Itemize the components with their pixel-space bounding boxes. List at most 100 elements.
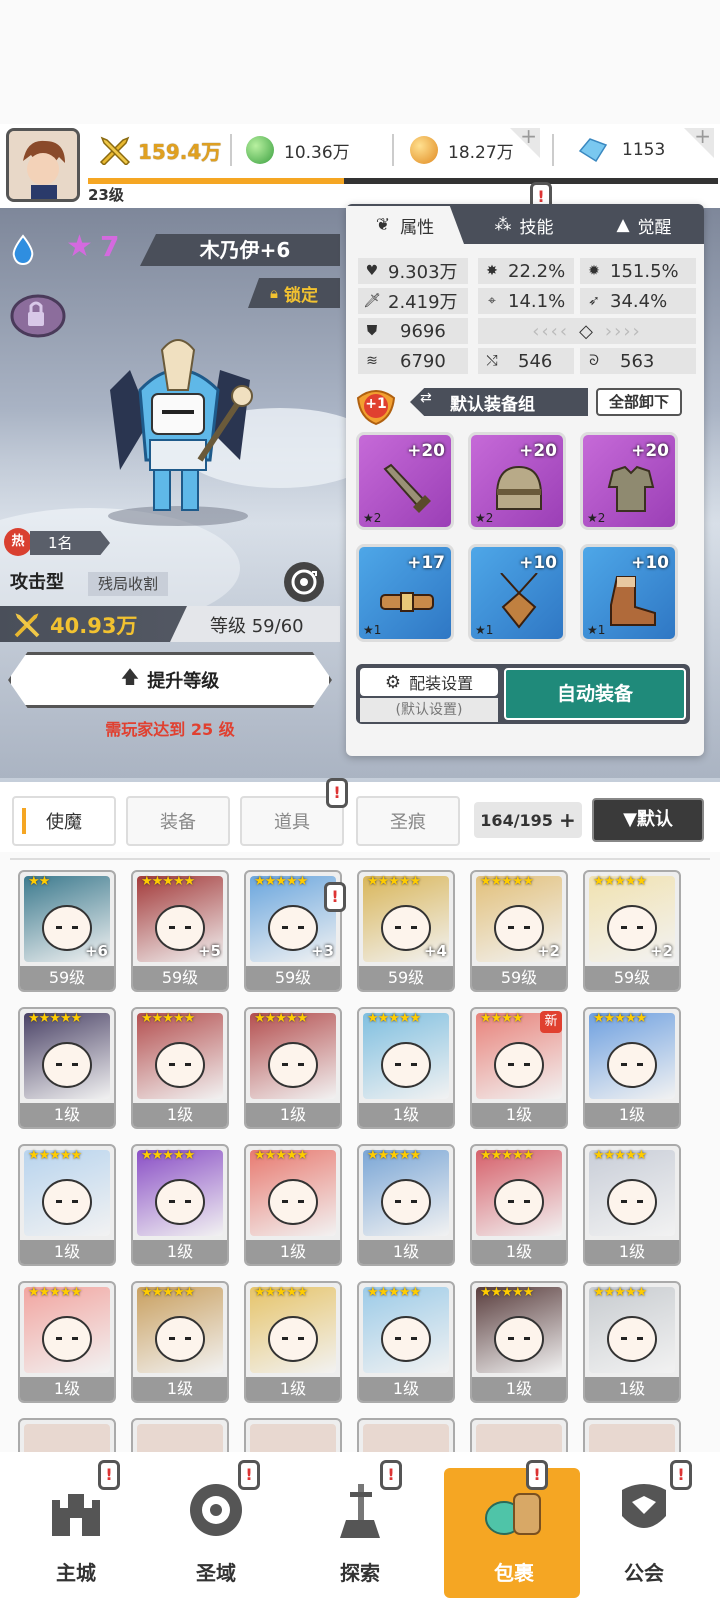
- alert-icon: !: [98, 1460, 120, 1490]
- star-rating: ★★★★★: [480, 1148, 534, 1163]
- nav-sanctuary[interactable]: 圣域: [146, 1456, 286, 1596]
- familiar-card[interactable]: [244, 1418, 342, 1452]
- crossed-swords-icon: [12, 610, 42, 638]
- equip-slot-helmet[interactable]: +20 ★2: [468, 432, 566, 530]
- gem-icon: [576, 137, 608, 163]
- avatar-portrait-icon: [9, 131, 77, 199]
- equip-slot-armor[interactable]: +20 ★2: [580, 432, 678, 530]
- plus-icon: +: [558, 808, 576, 832]
- portal-icon: [190, 1484, 242, 1536]
- familiar-card[interactable]: ★★★★★ 1级: [357, 1144, 455, 1266]
- star-rating: ★★★★★: [367, 1148, 421, 1163]
- familiar-level: 59级: [20, 966, 114, 990]
- chevrons-icon: ‹‹‹‹: [532, 320, 570, 342]
- familiar-level: 1级: [246, 1377, 340, 1401]
- familiar-card[interactable]: ★★★★★ 1级: [244, 1144, 342, 1266]
- nav-guild[interactable]: 公会: [574, 1456, 714, 1596]
- hot-rank-badge: 热 1名: [4, 528, 110, 558]
- familiar-card[interactable]: [583, 1418, 681, 1452]
- familiar-card[interactable]: ★★★★★ 1级: [583, 1007, 681, 1129]
- familiar-card[interactable]: ★★★★★ +2 59级: [583, 870, 681, 992]
- loadout-settings-button[interactable]: ⚙ 配装设置: [360, 668, 498, 696]
- inventory-capacity[interactable]: 164/195 +: [474, 802, 582, 838]
- auto-equip-button[interactable]: 自动装备: [504, 668, 686, 720]
- gear-icon: ⚙: [384, 671, 402, 693]
- hero-sprite[interactable]: [90, 330, 270, 530]
- familiar-card[interactable]: ★★★★★ 1级: [131, 1281, 229, 1403]
- tab-attributes[interactable]: ❦ 属性: [346, 206, 464, 244]
- tab-skills[interactable]: ⁂ 技能: [464, 206, 584, 244]
- sort-dropdown[interactable]: ▼默认: [592, 798, 704, 842]
- star-rating: ★★★★★: [480, 1285, 534, 1300]
- dagger-icon: 🗡︎: [363, 293, 381, 309]
- locked-stat-row: ‹‹‹‹ ◇ ››››: [478, 318, 696, 344]
- familiar-card[interactable]: ★★★★★ 1级: [18, 1144, 116, 1266]
- new-badge: 新: [540, 1011, 562, 1033]
- familiar-card[interactable]: ★★★★★ +5 59级: [131, 870, 229, 992]
- familiar-card[interactable]: ★★★★★ 1级: [357, 1281, 455, 1403]
- familiar-level: 1级: [133, 1240, 227, 1264]
- speed-icon: ≋: [366, 353, 378, 369]
- warning-icon: ◇: [579, 320, 595, 342]
- familiar-card[interactable]: ★★★★★ 1级: [357, 1007, 455, 1129]
- familiar-card[interactable]: ★★★★★ +2 59级: [470, 870, 568, 992]
- familiar-card[interactable]: ★★★★★ 1级: [583, 1144, 681, 1266]
- nav-bag[interactable]: 包裹: [444, 1456, 584, 1596]
- familiar-level: 59级: [246, 966, 340, 990]
- familiar-level: 1级: [585, 1103, 679, 1127]
- familiar-level: 1级: [359, 1377, 453, 1401]
- enhance-level: +5: [197, 942, 221, 960]
- equip-slot-weapon[interactable]: +20 ★2: [356, 432, 454, 530]
- tab-equipment[interactable]: 装备: [126, 796, 230, 846]
- stat-dodge: ➶ 34.4%: [580, 288, 696, 314]
- rotate-view-icon[interactable]: [284, 562, 324, 602]
- nav-main-city[interactable]: 主城: [6, 1456, 146, 1596]
- tab-awaken[interactable]: ▲ 觉醒: [584, 206, 704, 244]
- star-rating: ★★★★★: [254, 1148, 308, 1163]
- familiar-card[interactable]: [470, 1418, 568, 1452]
- enhance-level: +6: [84, 942, 108, 960]
- familiar-card[interactable]: ★★★★★ 1级: [244, 1281, 342, 1403]
- familiar-card[interactable]: ★★★★★ 1级: [131, 1007, 229, 1129]
- upgrade-requirement: 需玩家达到 25 级: [105, 720, 235, 739]
- stat-crit-dmg: ✹ 151.5%: [580, 258, 696, 284]
- tab-stigmata[interactable]: 圣痕: [356, 796, 460, 846]
- star-rank-icon: ★: [66, 229, 93, 264]
- equip-group-name[interactable]: 默认装备组: [450, 390, 535, 415]
- crossed-swords-icon: [98, 135, 132, 167]
- familiar-card[interactable]: ★★★★★ 1级: [583, 1281, 681, 1403]
- stat-speed: ≋ 6790: [358, 348, 468, 374]
- familiar-card[interactable]: ★★★★★ 1级: [131, 1144, 229, 1266]
- familiar-card[interactable]: [131, 1418, 229, 1452]
- familiar-card[interactable]: ★★★★★ 1级: [18, 1007, 116, 1129]
- nav-explore[interactable]: 探索: [290, 1456, 430, 1596]
- familiar-card[interactable]: ★★★★★ 1级: [470, 1144, 568, 1266]
- equip-slot-amulet[interactable]: +10 ★1: [468, 544, 566, 642]
- lock-icon: 🔒︎: [270, 284, 278, 302]
- gold-currency: 18.27万: [410, 130, 514, 170]
- equip-slot-boots[interactable]: +10 ★1: [580, 544, 678, 642]
- lock-button[interactable]: 🔒︎ 锁定: [248, 278, 340, 308]
- familiar-card[interactable]: [18, 1418, 116, 1452]
- locked-skill-icon[interactable]: [10, 290, 66, 338]
- familiar-card[interactable]: ★★ +6 59级: [18, 870, 116, 992]
- familiar-card[interactable]: ★★★★★ +4 59级: [357, 870, 455, 992]
- familiar-card[interactable]: ★★★★★ 1级: [470, 1281, 568, 1403]
- equip-bonus-badge: +1: [354, 386, 398, 426]
- familiar-card[interactable]: ★★★★ 新 1级: [470, 1007, 568, 1129]
- upgrade-level-button[interactable]: 🡅 提升等级: [8, 652, 332, 708]
- gold-coin-icon: [410, 136, 438, 164]
- familiar-card[interactable]: ★★★★★ 1级: [244, 1007, 342, 1129]
- familiar-level: 1级: [20, 1103, 114, 1127]
- familiar-level: 1级: [472, 1240, 566, 1264]
- star-rating: ★★★★★: [254, 1285, 308, 1300]
- familiar-level: 1级: [20, 1377, 114, 1401]
- equip-slot-belt[interactable]: +17 ★1: [356, 544, 454, 642]
- star-rating: ★★★★★: [254, 1011, 308, 1026]
- familiar-card[interactable]: [357, 1418, 455, 1452]
- familiar-card[interactable]: ★★★★★ 1级: [18, 1281, 116, 1403]
- tab-familiars[interactable]: 使魔: [12, 796, 116, 846]
- unequip-all-button[interactable]: 全部卸下: [596, 388, 682, 416]
- player-avatar[interactable]: [6, 128, 80, 202]
- familiar-level: 59级: [585, 966, 679, 990]
